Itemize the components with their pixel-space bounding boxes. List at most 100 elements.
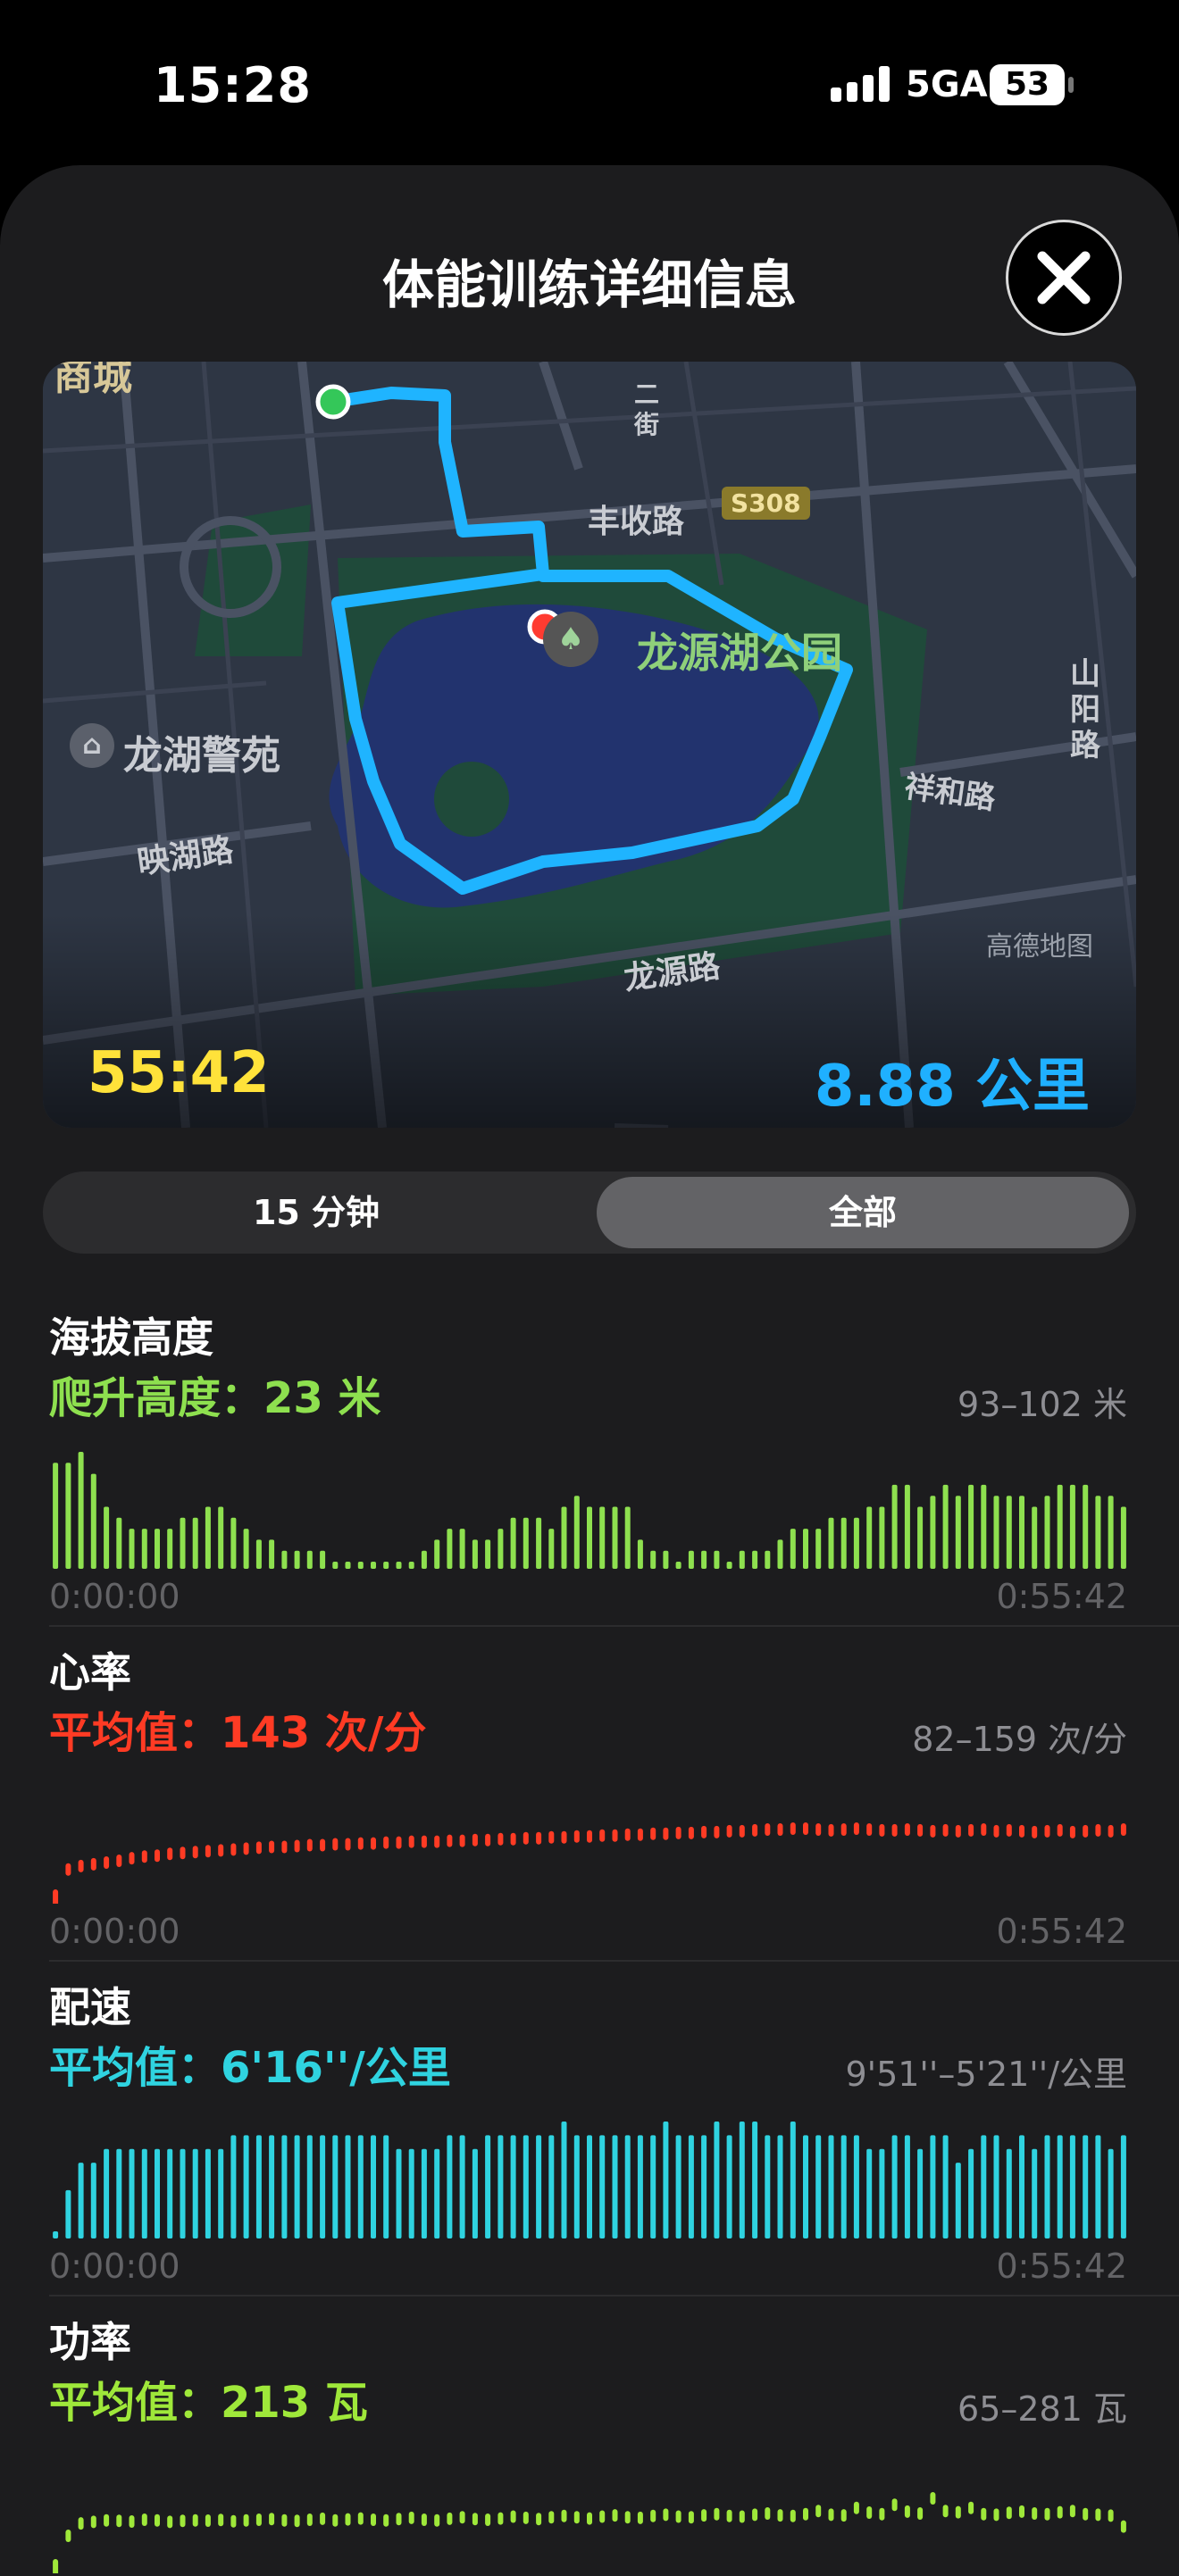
chart-bar <box>459 1529 465 1569</box>
chart-point <box>739 1824 745 1838</box>
chart-point <box>1083 1824 1089 1838</box>
chart-bar <box>828 2135 834 2238</box>
close-button[interactable] <box>1006 220 1122 336</box>
chart-point <box>688 1826 694 1839</box>
battery-level: 53 <box>1004 66 1050 103</box>
chart-bar <box>891 1484 898 1569</box>
chart-bar <box>281 1550 288 1569</box>
chart-point <box>955 1824 961 1838</box>
chart-bar <box>752 1550 758 1569</box>
chart-bar <box>498 2135 504 2238</box>
chart-point <box>1032 2507 1038 2520</box>
chart-point <box>281 2513 288 2527</box>
chart-point <box>155 2513 160 2527</box>
time-range-segmented-control[interactable]: 15 分钟 全部 <box>43 1171 1136 1254</box>
chart-point <box>230 1843 237 1856</box>
chart-bar <box>815 1529 822 1569</box>
chart-point <box>485 1833 491 1847</box>
chart-bar <box>78 1452 84 1569</box>
chart-bar <box>421 2148 427 2238</box>
chart-point <box>218 1844 224 1857</box>
chart-bar <box>90 2163 96 2238</box>
chart-point <box>573 2511 580 2524</box>
chart-point <box>891 2498 898 2512</box>
chart-point <box>981 2507 987 2521</box>
chart-point <box>141 1850 147 1863</box>
segment-all[interactable]: 全部 <box>597 1177 1129 1248</box>
chart-point <box>53 2559 59 2573</box>
section-divider <box>49 1625 1179 1627</box>
chart-bar <box>306 1550 313 1569</box>
chart-bar <box>548 1529 555 1569</box>
chart-bar <box>573 2135 580 2238</box>
chart-bar <box>955 1496 961 1569</box>
chart-point <box>396 2513 402 2526</box>
chart-point <box>53 1889 59 1904</box>
chart-point <box>828 2508 834 2522</box>
chart-bar <box>281 2135 288 2238</box>
chart-point <box>510 2510 516 2523</box>
chart-bar <box>383 1562 389 1569</box>
map-label-road-shanyang: 山阳路 <box>1070 656 1100 763</box>
chart-bar <box>192 2148 198 2238</box>
metric-range: 82–159 次/分 <box>912 1720 1127 1759</box>
chart-point <box>472 1833 478 1847</box>
chart-bar <box>1006 1496 1012 1569</box>
route-map[interactable]: 商城 龙源湖公园 ♠ 龙湖警苑 ⌂ 丰收路 S308 映湖路 龙源路 祥和路 山… <box>43 362 1136 1128</box>
chart-point <box>485 2513 491 2526</box>
chart-point <box>167 1847 173 1861</box>
chart-bar <box>765 2135 771 2238</box>
chart-bar <box>1019 1496 1024 1569</box>
metric-average: 平均值：213 瓦 <box>49 2378 368 2428</box>
chart-point <box>383 1836 389 1849</box>
chart-bar <box>942 1484 949 1569</box>
chart-point <box>624 1828 631 1841</box>
chart-bar <box>1120 2135 1126 2238</box>
metric-range: 93–102 米 <box>957 1385 1127 1424</box>
chart-bar <box>180 1517 186 1569</box>
chart-bar <box>320 1550 326 1569</box>
chart-bar <box>1083 2135 1089 2238</box>
chart-bar <box>1044 1496 1050 1569</box>
chart-bar <box>968 1484 974 1569</box>
chart-point <box>752 1823 758 1837</box>
chart-bar <box>383 2135 389 2238</box>
chart-point <box>879 1823 885 1837</box>
chart-point <box>218 2513 224 2527</box>
chart-point <box>714 2507 720 2521</box>
chart-bar <box>243 1529 249 1569</box>
chart-bar <box>230 2135 237 2238</box>
chart-point <box>332 2513 339 2527</box>
chart-bar <box>663 1550 669 1569</box>
chart-point <box>357 2512 364 2525</box>
chart-bar <box>447 2135 453 2238</box>
chart-point <box>917 1823 924 1837</box>
chart-bar <box>739 1550 745 1569</box>
chart-point <box>281 1840 288 1854</box>
chart-bar <box>408 1562 414 1569</box>
chart-bar <box>434 1539 440 1569</box>
close-icon <box>1037 251 1091 304</box>
chart-bar <box>345 1562 351 1569</box>
chart-bar <box>739 2122 745 2238</box>
chart-point <box>675 2510 681 2523</box>
chart-point <box>777 2509 783 2522</box>
chart-bar <box>993 2135 999 2238</box>
status-time: 15:28 <box>154 57 312 113</box>
chart-point <box>1044 1824 1050 1838</box>
chart-point <box>624 2511 631 2524</box>
chart-bar <box>269 1539 275 1569</box>
chart-point <box>548 2511 555 2524</box>
chart-bar <box>650 2135 656 2238</box>
chart-point <box>701 2509 707 2522</box>
chart-bar <box>637 1539 643 1569</box>
chart-bar <box>116 2148 122 2238</box>
chart-bar <box>78 2163 84 2238</box>
segment-15-min[interactable]: 15 分钟 <box>43 1171 590 1254</box>
chart-point <box>129 2515 135 2528</box>
chart-bar <box>790 1529 796 1569</box>
axis-start-time: 0:00:00 <box>49 1912 180 1951</box>
chart-point <box>930 2492 936 2505</box>
chart-point <box>714 1825 720 1838</box>
chart-point <box>447 2512 453 2525</box>
